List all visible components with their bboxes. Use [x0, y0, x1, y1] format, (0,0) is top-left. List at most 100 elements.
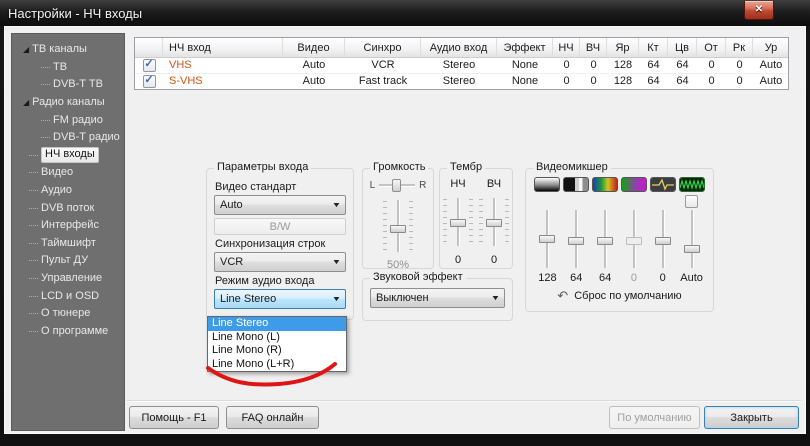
- column-header-treble[interactable]: ВЧ: [580, 38, 607, 57]
- sidebar-item-video[interactable]: Видео: [12, 164, 124, 182]
- slider-thumb[interactable]: [392, 179, 401, 192]
- cell-video: Auto: [283, 58, 345, 73]
- sidebar-item-tv[interactable]: ТВ: [12, 59, 124, 77]
- brightness-value: 128: [538, 272, 556, 284]
- faq-online-button[interactable]: FAQ онлайн: [226, 406, 319, 429]
- video-standard-label: Видео стандарт: [215, 181, 345, 193]
- input-name: VHS: [163, 58, 283, 73]
- column-header-brightness[interactable]: Яр: [607, 38, 639, 57]
- tree-connector: [29, 155, 38, 156]
- cell-audio: Stereo: [421, 74, 497, 90]
- balance-slider[interactable]: [379, 179, 415, 192]
- column-header-audio[interactable]: Аудио вход: [421, 38, 497, 57]
- column-header-level[interactable]: Ур: [753, 38, 789, 57]
- table-row-svhs[interactable]: ✓ S-VHS Auto Fast track Stereo None 0 0 …: [135, 74, 788, 90]
- defaults-button[interactable]: По умолчанию: [609, 406, 700, 429]
- column-header-input[interactable]: НЧ вход: [163, 38, 283, 57]
- slider-thumb[interactable]: [486, 219, 502, 227]
- row-checkbox[interactable]: ✓: [143, 75, 156, 88]
- sidebar-item-timeshift[interactable]: Таймшифт: [12, 235, 124, 253]
- help-button[interactable]: Помощь - F1: [129, 406, 219, 429]
- sidebar-item-label: Интерфейс: [41, 219, 99, 232]
- dropdown-option-line-stereo[interactable]: Line Stereo: [208, 317, 346, 331]
- slider-thumb[interactable]: [539, 235, 555, 243]
- cell-audio: Stereo: [421, 58, 497, 73]
- sidebar-item-radio-channels[interactable]: ◢Радио каналы: [12, 94, 124, 112]
- red-annotation: [201, 359, 353, 387]
- table-row-vhs[interactable]: ✓ VHS Auto VCR Stereo None 0 0 128 64 64…: [135, 58, 788, 74]
- sidebar-item-audio[interactable]: Аудио: [12, 182, 124, 200]
- titlebar[interactable]: Настройки - НЧ входы ✕: [0, 0, 810, 26]
- sidebar-item-label: Аудио: [41, 184, 72, 197]
- contrast-value: 64: [570, 272, 582, 284]
- hue-icon[interactable]: [621, 177, 647, 192]
- saturation-icon[interactable]: [592, 177, 618, 192]
- sidebar-item-label: LCD и OSD: [41, 290, 99, 303]
- cell-sharpness: 0: [726, 74, 753, 90]
- tick-marks: [409, 201, 413, 251]
- treble-slider[interactable]: [485, 197, 503, 247]
- sidebar-item-label: НЧ входы: [41, 147, 99, 163]
- sidebar-item-fm-radio[interactable]: FM радио: [12, 111, 124, 129]
- table-header: НЧ вход Видео Синхро Аудио вход Эффект Н…: [135, 38, 788, 58]
- sidebar-item-lcd-osd[interactable]: LCD и OSD: [12, 287, 124, 305]
- audio-mode-label: Режим аудио входа: [215, 275, 345, 287]
- dropdown-option-line-mono-r[interactable]: Line Mono (R): [208, 344, 346, 358]
- tree-connector: [41, 84, 50, 85]
- agc-level-icon[interactable]: [679, 177, 705, 192]
- sidebar-item-about-tuner[interactable]: О тюнере: [12, 305, 124, 323]
- sidebar-item-dvb-stream[interactable]: DVB поток: [12, 199, 124, 217]
- sharpness-slider[interactable]: [654, 209, 672, 269]
- sidebar-item-remote-control[interactable]: Пульт ДУ: [12, 252, 124, 270]
- column-header-hue[interactable]: От: [697, 38, 726, 57]
- audio-mode-select[interactable]: Line Stereo ▼: [214, 289, 346, 309]
- brightness-slider[interactable]: [538, 209, 556, 269]
- tick-marks: [469, 199, 473, 245]
- sidebar-item-about-program[interactable]: О программе: [12, 323, 124, 341]
- row-checkbox[interactable]: ✓: [143, 59, 156, 72]
- column-header-effect[interactable]: Эффект: [497, 38, 553, 57]
- contrast-slider[interactable]: [567, 209, 585, 269]
- sidebar-item-management[interactable]: Управление: [12, 270, 124, 288]
- slider-thumb[interactable]: [597, 237, 613, 245]
- agc-auto-checkbox[interactable]: [685, 195, 698, 208]
- reset-defaults-button[interactable]: ↶ Сброс по умолчанию: [557, 289, 681, 302]
- sharpness-icon[interactable]: [650, 177, 676, 192]
- bw-button[interactable]: B/W: [214, 218, 346, 235]
- column-header-video[interactable]: Видео: [283, 38, 345, 57]
- column-header-sync[interactable]: Синхро: [345, 38, 421, 57]
- column-header-contrast[interactable]: Кт: [639, 38, 668, 57]
- sound-effect-select[interactable]: Выключен ▼: [370, 288, 505, 308]
- tree-connector: [29, 331, 38, 332]
- saturation-slider[interactable]: [596, 209, 614, 269]
- balance-right-label: R: [419, 180, 426, 191]
- sidebar-item-lf-inputs[interactable]: НЧ входы: [12, 147, 124, 165]
- slider-thumb[interactable]: [568, 237, 584, 245]
- slider-thumb[interactable]: [390, 225, 406, 233]
- hue-value: 0: [631, 272, 637, 284]
- sync-value: VCR: [220, 256, 243, 268]
- column-header-color[interactable]: Цв: [668, 38, 697, 57]
- close-button[interactable]: ✕: [744, 1, 774, 20]
- slider-thumb[interactable]: [655, 237, 671, 245]
- contrast-icon[interactable]: [563, 177, 589, 192]
- group-title: Видеомикшер: [533, 161, 611, 173]
- sync-select[interactable]: VCR ▼: [214, 252, 346, 272]
- column-header-bass[interactable]: НЧ: [553, 38, 580, 57]
- sidebar-item-interface[interactable]: Интерфейс: [12, 217, 124, 235]
- slider-thumb[interactable]: [450, 219, 466, 227]
- bass-slider[interactable]: [449, 197, 467, 247]
- slider-thumb[interactable]: [684, 245, 700, 253]
- brightness-icon[interactable]: [534, 177, 560, 192]
- dropdown-option-line-mono-l[interactable]: Line Mono (L): [208, 331, 346, 345]
- sidebar-item-dvbt-radio[interactable]: DVB-T радио: [12, 129, 124, 147]
- close-dialog-button[interactable]: Закрыть: [704, 406, 799, 429]
- saturation-value: 64: [599, 272, 611, 284]
- column-header-sharpness[interactable]: Рк: [726, 38, 753, 57]
- chevron-down-icon: ▼: [332, 296, 342, 303]
- sidebar-item-tv-channels[interactable]: ◢ТВ каналы: [12, 41, 124, 59]
- level-slider[interactable]: [683, 209, 701, 269]
- sidebar-item-dvbt-tv[interactable]: DVB-T ТВ: [12, 76, 124, 94]
- video-standard-select[interactable]: Auto ▼: [214, 195, 346, 215]
- volume-slider[interactable]: [389, 199, 407, 253]
